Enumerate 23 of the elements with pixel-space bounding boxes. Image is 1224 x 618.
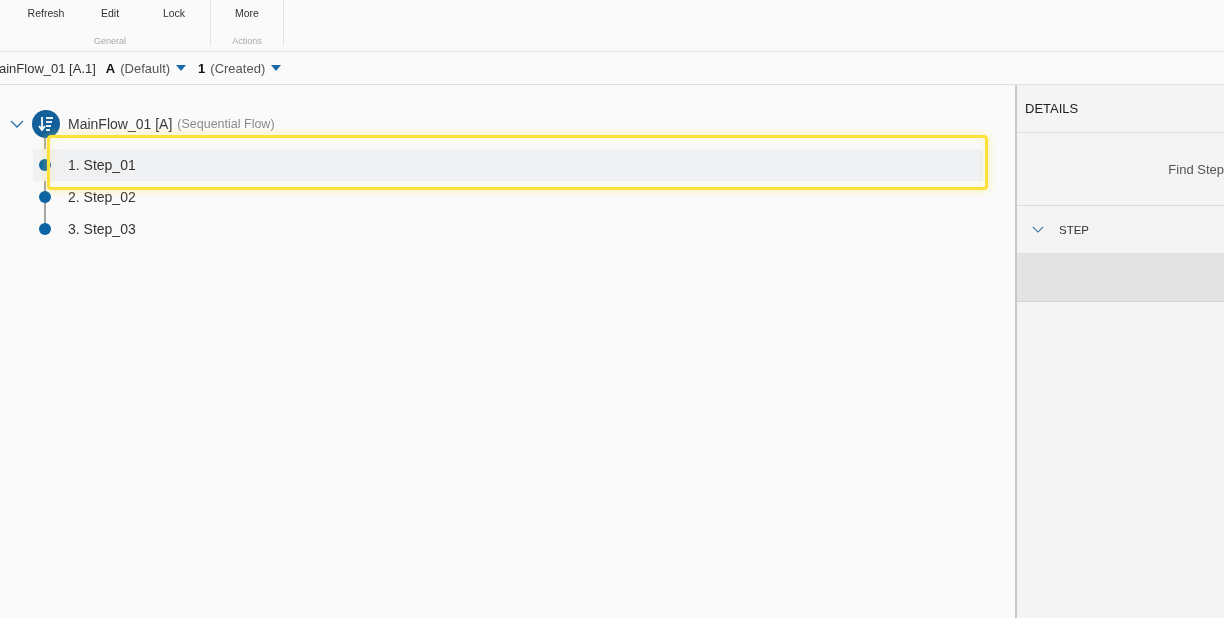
flow-type: (Sequential Flow)	[177, 117, 275, 131]
flow-name[interactable]: MainFlow_01 [A]	[68, 116, 173, 132]
group-label: Actions	[232, 36, 262, 47]
details-title: DETAILS	[1025, 101, 1079, 116]
step-label[interactable]: 1. Step_01	[68, 157, 136, 173]
ribbon-button[interactable]: Edit	[78, 0, 142, 26]
step-dot-icon	[39, 191, 51, 203]
version-dropdown[interactable]: A (Default)	[103, 60, 189, 76]
ribbon-button[interactable]: More	[215, 0, 279, 26]
caret-icon	[176, 65, 187, 71]
section-header[interactable]: STEP	[1017, 206, 1224, 253]
caret-icon	[271, 65, 282, 71]
step-label[interactable]: 2. Step_02	[68, 189, 136, 205]
breadcrumb-path: ainFlow_01 [A.1]	[0, 60, 96, 76]
group-label: General	[94, 36, 126, 47]
ribbon-button[interactable]: Lock	[142, 0, 206, 26]
step-dot-icon	[39, 223, 51, 235]
step-label[interactable]: 3. Step_03	[68, 221, 136, 237]
version-dropdown[interactable]: 1 (Created)	[196, 60, 284, 76]
find-step-button[interactable]: Find Step	[1168, 161, 1224, 177]
chevron-icon[interactable]	[10, 120, 24, 128]
selected-step-row[interactable]: 1. Step_01	[33, 149, 983, 181]
ribbon-button[interactable]: Refresh	[14, 0, 78, 26]
